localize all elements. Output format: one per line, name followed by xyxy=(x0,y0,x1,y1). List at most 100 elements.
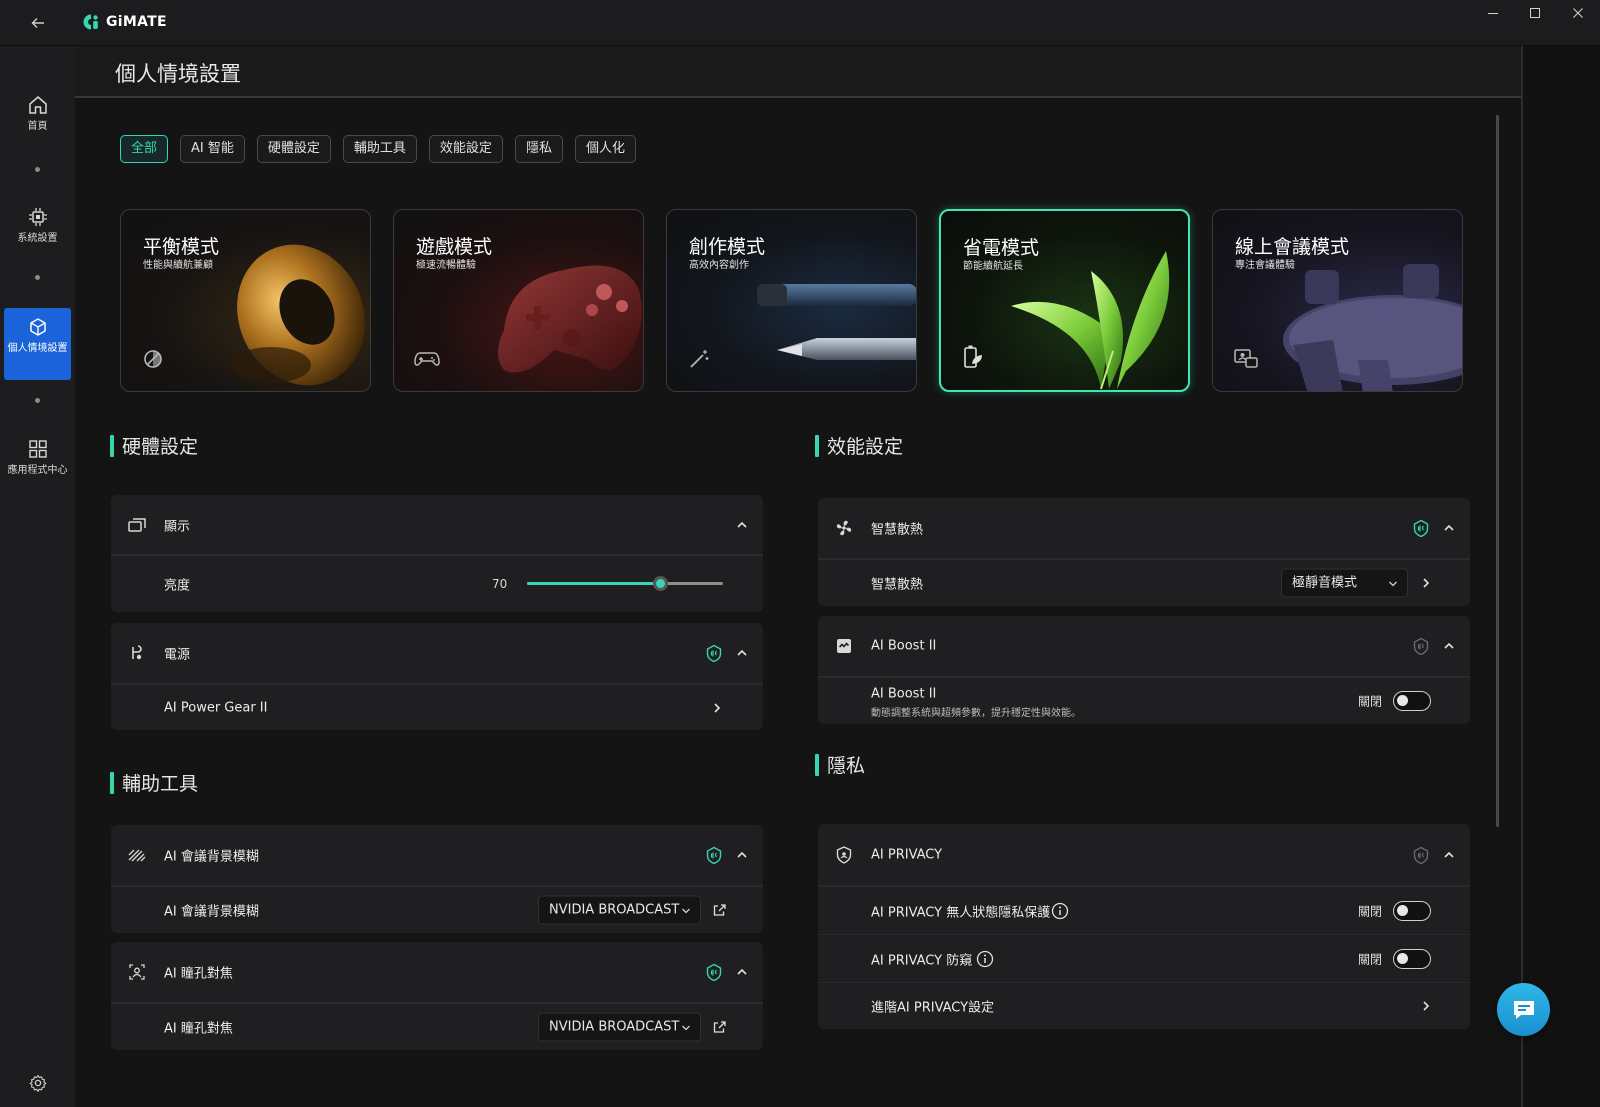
brightness-row: 亮度 70 xyxy=(111,555,763,612)
display-header[interactable]: 顯示 xyxy=(111,495,763,555)
eye-contact-label: AI 瞳孔對焦 xyxy=(164,966,233,982)
gamepad-icon xyxy=(414,352,440,366)
brightness-slider[interactable] xyxy=(527,576,723,591)
back-button[interactable] xyxy=(24,10,52,36)
privacy-presence-toggle[interactable] xyxy=(1393,900,1431,921)
tab-privacy[interactable]: 隱私 xyxy=(514,135,563,163)
external-link-icon[interactable] xyxy=(713,1020,727,1034)
tab-hardware[interactable]: 硬體設定 xyxy=(256,135,331,163)
chevron-up-icon[interactable] xyxy=(1442,521,1456,535)
tab-ai[interactable]: AI 智能 xyxy=(180,135,245,163)
maximize-button[interactable] xyxy=(1517,4,1553,26)
tab-performance[interactable]: 效能設定 xyxy=(428,135,503,163)
dropdown-value: NVIDIA BROADCAST xyxy=(549,1019,680,1035)
dropdown-value: NVIDIA BROADCAST xyxy=(549,902,680,918)
chevron-up-icon[interactable] xyxy=(1442,848,1456,862)
cooling-mode-dropdown[interactable]: 極靜音模式 xyxy=(1281,568,1408,598)
chevron-up-icon[interactable] xyxy=(735,646,749,660)
smart-cooling-header[interactable]: 智慧散熱 xyxy=(818,498,1470,559)
section-title-text: 硬體設定 xyxy=(122,436,199,458)
ai-boost-toggle[interactable] xyxy=(1393,691,1431,711)
app-window: GiMATE 首頁 系統設置 個人情境設置 應用程式中心 個人情境設置 全部 A… xyxy=(0,0,1600,1107)
chevron-right-icon[interactable] xyxy=(1420,999,1432,1013)
privacy-peek-row: AI PRIVACY 防窺 關閉 xyxy=(818,934,1470,982)
background-blur-header[interactable]: AI 會議背景模糊 xyxy=(111,825,763,886)
balance-icon xyxy=(144,350,162,368)
slider-fill xyxy=(527,582,661,585)
ai-power-gear-row[interactable]: AI Power Gear II xyxy=(111,684,763,730)
chevron-up-icon[interactable] xyxy=(1442,639,1456,653)
ai-boost-panel: AI Boost II AI Boost II 動態調整系統與超頻參數，提升穩定… xyxy=(818,616,1470,724)
privacy-peek-toggle[interactable] xyxy=(1393,948,1431,969)
close-button[interactable] xyxy=(1560,4,1596,26)
sidebar-item-home[interactable]: 首頁 xyxy=(4,94,71,146)
tab-personalize[interactable]: 個人化 xyxy=(574,135,636,163)
background-blur-panel: AI 會議背景模糊 AI 會議背景模糊 NVIDIA BROADCAST xyxy=(111,825,763,933)
card-title: 創作模式 xyxy=(689,236,766,258)
ai-boost-header[interactable]: AI Boost II xyxy=(818,616,1470,677)
info-icon[interactable] xyxy=(976,950,994,968)
tab-all[interactable]: 全部 xyxy=(120,135,169,163)
display-icon xyxy=(128,517,146,532)
gear-icon[interactable] xyxy=(28,1073,48,1093)
mode-card-balance[interactable]: 平衡模式 性能與續航兼顧 xyxy=(120,209,371,392)
background-blur-row: AI 會議背景模糊 NVIDIA BROADCAST xyxy=(111,886,763,933)
section-title-performance: 效能設定 xyxy=(815,432,903,459)
section-title-hardware: 硬體設定 xyxy=(110,432,198,459)
sidebar-item-scenario[interactable]: 個人情境設置 xyxy=(4,308,71,380)
privacy-peek-label: AI PRIVACY 防窺 xyxy=(871,953,973,968)
eye-contact-header[interactable]: AI 瞳孔對焦 xyxy=(111,942,763,1003)
ai-privacy-header[interactable]: AI PRIVACY xyxy=(818,824,1470,886)
chevron-up-icon[interactable] xyxy=(735,965,749,979)
power-header[interactable]: 電源 xyxy=(111,623,763,684)
cube-icon xyxy=(29,318,46,336)
chevron-right-icon[interactable] xyxy=(711,701,723,715)
boost-icon xyxy=(837,639,851,653)
sidebar-divider-dot xyxy=(35,167,40,172)
face-focus-icon xyxy=(129,964,145,980)
main-content: 個人情境設置 全部 AI 智能 硬體設定 輔助工具 效能設定 隱私 個人化 平衡… xyxy=(75,46,1521,1107)
chevron-right-icon[interactable] xyxy=(1420,576,1432,590)
chevron-up-icon[interactable] xyxy=(735,518,749,532)
mode-card-eco[interactable]: 省電模式 節能續航延長 xyxy=(939,209,1190,392)
sidebar-item-system[interactable]: 系統設置 xyxy=(4,206,71,258)
blur-icon xyxy=(128,849,146,862)
privacy-shield-icon xyxy=(836,845,852,864)
ai-privacy-panel: AI PRIVACY AI PRIVACY 無人狀態隱私保護 關閉 AI PRI… xyxy=(818,824,1470,1029)
slider-thumb[interactable] xyxy=(653,576,669,591)
ai-privacy-label: AI PRIVACY xyxy=(871,847,943,862)
sidebar-divider-dot xyxy=(35,275,40,280)
advanced-privacy-row[interactable]: 進階AI PRIVACY設定 xyxy=(818,982,1470,1029)
chevron-down-icon xyxy=(682,1025,690,1031)
right-panel xyxy=(1521,46,1600,1107)
mode-card-meeting[interactable]: 線上會議模式 專注會議體驗 xyxy=(1212,209,1463,392)
eye-contact-dropdown[interactable]: NVIDIA BROADCAST xyxy=(538,1012,701,1042)
mode-card-create[interactable]: 創作模式 高效內容創作 xyxy=(666,209,917,392)
mode-card-game[interactable]: 遊戲模式 極速流暢體驗 xyxy=(393,209,644,392)
external-link-icon[interactable] xyxy=(713,903,727,917)
chat-button[interactable] xyxy=(1497,983,1550,1036)
minimize-button[interactable] xyxy=(1475,4,1511,26)
info-icon[interactable] xyxy=(1051,902,1069,920)
filter-tabs: 全部 AI 智能 硬體設定 輔助工具 效能設定 隱私 個人化 xyxy=(120,135,636,163)
privacy-presence-toggle-label: 關閉 xyxy=(1358,904,1383,918)
card-subtitle: 極速流暢體驗 xyxy=(416,260,476,271)
background-blur-label: AI 會議背景模糊 xyxy=(164,849,259,865)
ai-boost-row: AI Boost II 動態調整系統與超頻參數，提升穩定性與效能。 關閉 xyxy=(818,677,1470,724)
section-title-privacy: 隱私 xyxy=(815,751,865,778)
tab-tools[interactable]: 輔助工具 xyxy=(342,135,417,163)
privacy-presence-row: AI PRIVACY 無人狀態隱私保護 關閉 xyxy=(818,886,1470,934)
meeting-icon xyxy=(1234,349,1258,368)
section-title-tools: 輔助工具 xyxy=(110,769,198,796)
scrollbar[interactable] xyxy=(1496,115,1499,827)
background-blur-dropdown[interactable]: NVIDIA BROADCAST xyxy=(538,895,701,925)
battery-leaf-icon xyxy=(964,345,982,368)
brand: GiMATE xyxy=(82,13,167,31)
app-name: GiMATE xyxy=(106,14,167,30)
dropdown-value: 極靜音模式 xyxy=(1292,575,1358,591)
sidebar-item-apps[interactable]: 應用程式中心 xyxy=(4,438,71,500)
chevron-up-icon[interactable] xyxy=(735,848,749,862)
ai-boost-toggle-label: 關閉 xyxy=(1358,694,1383,709)
smart-cooling-panel: 智慧散熱 智慧散熱 極靜音模式 xyxy=(818,498,1470,606)
display-panel: 顯示 亮度 70 xyxy=(111,495,763,612)
